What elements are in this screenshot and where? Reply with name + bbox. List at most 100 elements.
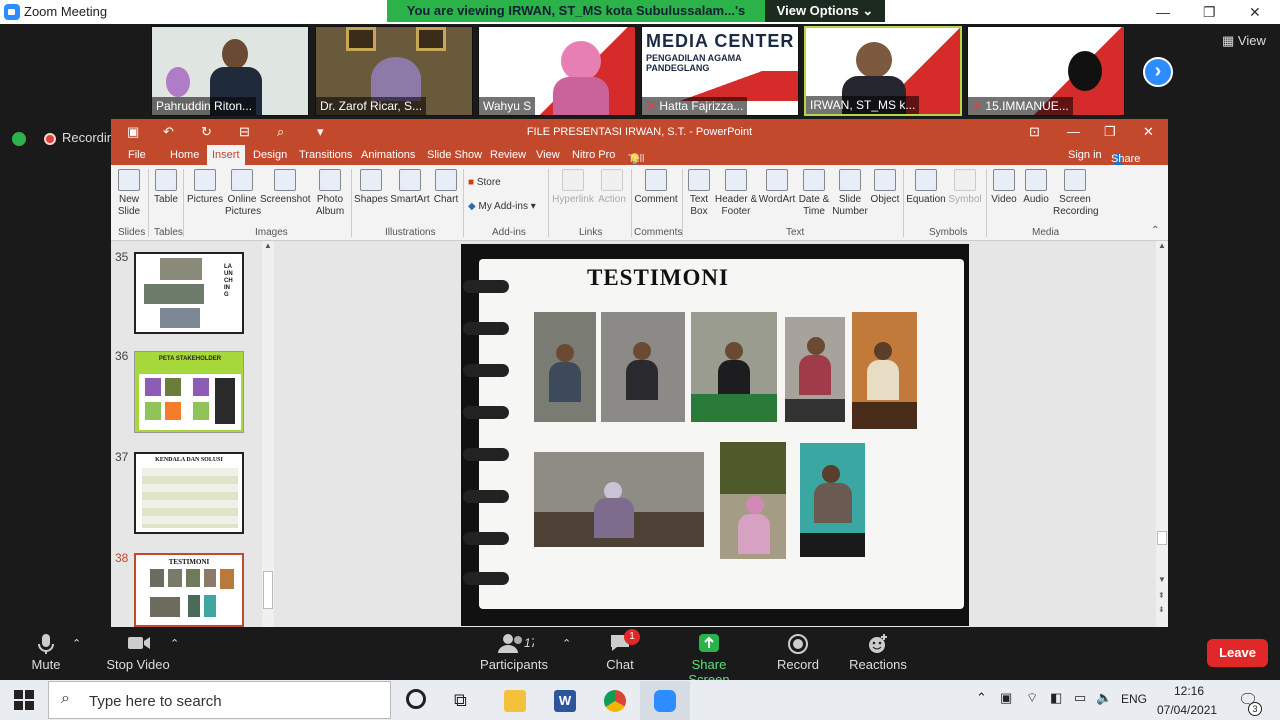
participants-button[interactable]: 17 Participants — [478, 633, 550, 672]
tab-animations[interactable]: Animations — [361, 149, 415, 161]
clock-date[interactable]: 07/04/2021 — [1157, 703, 1217, 717]
canvas-scroll-thumb[interactable] — [1157, 531, 1167, 545]
tab-nitro-pro[interactable]: Nitro Pro — [572, 149, 615, 161]
text-box-button[interactable]: Text Box — [685, 169, 713, 218]
wordart-button[interactable]: WordArt — [757, 169, 797, 206]
new-slide-button[interactable]: New Slide — [116, 169, 142, 218]
scroll-down-icon[interactable]: ▼ — [1158, 575, 1166, 584]
panel-scrollbar[interactable]: ▲ — [262, 241, 274, 627]
recording-dot-icon — [44, 132, 56, 145]
video-button[interactable]: Video — [989, 169, 1019, 206]
video-options-caret-icon[interactable]: ⌃ — [170, 637, 179, 650]
scroll-up-icon[interactable]: ▲ — [264, 241, 272, 250]
smartart-button[interactable]: SmartArt — [389, 169, 431, 206]
file-explorer-icon[interactable] — [504, 690, 526, 712]
restore-icon[interactable]: ❐ — [1203, 4, 1216, 21]
security-shield-icon[interactable] — [12, 131, 26, 146]
task-view-icon[interactable]: ⧉ — [454, 690, 467, 711]
comment-label: Comment — [634, 194, 678, 205]
audio-options-caret-icon[interactable]: ⌃ — [72, 637, 81, 650]
volume-icon[interactable]: 🔈 — [1096, 690, 1112, 706]
word-icon[interactable]: W — [554, 690, 576, 712]
participant-video[interactable]: MEDIA CENTER PENGADILAN AGAMA PANDEGLANG… — [641, 26, 799, 116]
battery-icon[interactable]: ▭ — [1074, 690, 1086, 706]
record-button[interactable]: Record — [776, 633, 820, 672]
clock-time[interactable]: 12:16 — [1174, 684, 1204, 698]
store-button[interactable]: ■ Store — [468, 177, 501, 189]
close-icon[interactable]: ✕ — [1249, 4, 1261, 21]
tab-home[interactable]: Home — [170, 149, 199, 161]
slide-thumbnail-37[interactable]: KENDALA DAN SOLUSI — [134, 452, 244, 534]
participant-video[interactable]: ✕ 15.IMMANUE... — [967, 26, 1125, 116]
next-page-arrow-icon[interactable]: › — [1143, 57, 1173, 87]
restore-icon[interactable]: ❐ — [1104, 124, 1116, 140]
input-language[interactable]: ENG — [1121, 692, 1147, 706]
view-options-button[interactable]: View Options ⌄ — [765, 0, 885, 22]
slide-thumbnail-38-selected[interactable]: TESTIMONI — [134, 553, 244, 627]
windows-start-icon[interactable] — [14, 690, 34, 710]
share-screen-button[interactable]: Share Screen — [670, 633, 748, 687]
previous-slide-icon[interactable]: ⇞ — [1158, 591, 1165, 600]
participant-video-active[interactable]: IRWAN, ST_MS k... — [804, 26, 962, 116]
stop-video-button[interactable]: Stop Video — [106, 633, 170, 672]
panel-scroll-thumb[interactable] — [263, 571, 273, 609]
equation-button[interactable]: Equation — [906, 169, 946, 206]
next-slide-icon[interactable]: ⇟ — [1158, 605, 1165, 614]
pictures-button[interactable]: Pictures — [187, 169, 223, 206]
current-slide[interactable]: TESTIMONI — [461, 244, 969, 626]
tab-insert[interactable]: Insert — [207, 145, 245, 165]
date-time-button[interactable]: Date & Time — [797, 169, 831, 218]
participant-video[interactable]: Dr. Zarof Ricar, S... — [315, 26, 473, 116]
my-addins-button[interactable]: ◆ My Add-ins ▾ — [468, 201, 536, 213]
screenshot-button[interactable]: Screenshot — [260, 169, 311, 206]
group-addins-label: Add-ins — [492, 227, 526, 238]
reactions-button[interactable]: Reactions — [848, 633, 908, 672]
scroll-up-icon[interactable]: ▲ — [1158, 241, 1166, 250]
canvas-scrollbar[interactable]: ▲ ▼ ⇞ ⇟ — [1156, 241, 1168, 627]
tab-slide-show[interactable]: Slide Show — [427, 149, 482, 161]
chat-button[interactable]: Chat 1 — [604, 629, 640, 672]
participants-caret-icon[interactable]: ⌃ — [562, 637, 571, 650]
header-footer-button[interactable]: Header & Footer — [714, 169, 758, 218]
table-button[interactable]: Table — [152, 169, 180, 206]
sign-in-link[interactable]: Sign in — [1068, 149, 1102, 161]
tab-review[interactable]: Review — [490, 149, 526, 161]
shapes-button[interactable]: Shapes — [354, 169, 388, 206]
network-icon[interactable]: ◧ — [1050, 690, 1062, 706]
slide-thumbnail-35[interactable]: LAUNCHING — [134, 252, 244, 334]
wifi-icon[interactable]: ⌔ — [1026, 690, 1038, 706]
chart-button[interactable]: Chart — [432, 169, 460, 206]
slide-number-button[interactable]: Slide Number — [831, 169, 869, 218]
audio-button[interactable]: Audio — [1021, 169, 1051, 206]
symbol-button[interactable]: Symbol — [947, 169, 983, 206]
ribbon-display-options-icon[interactable]: ⊡ — [1029, 124, 1040, 140]
participant-name-text: 15.IMMANUE... — [985, 99, 1069, 113]
online-pictures-button[interactable]: Online Pictures — [225, 169, 261, 218]
participant-video[interactable]: Pahruddin Riton... — [151, 26, 309, 116]
comment-button[interactable]: Comment — [633, 169, 679, 206]
minimize-icon[interactable]: — — [1067, 124, 1080, 139]
cortana-icon[interactable] — [406, 689, 426, 709]
tray-app-icon[interactable]: ▣ — [1000, 690, 1012, 706]
close-icon[interactable]: ✕ — [1143, 124, 1154, 140]
slide-thumbnail-36[interactable]: PETA STAKEHOLDER — [134, 351, 244, 433]
taskbar-search-box[interactable]: ⌕ Type here to search — [48, 681, 391, 719]
show-hidden-icons-icon[interactable]: ⌃ — [976, 690, 987, 706]
action-button[interactable]: Action — [596, 169, 628, 206]
tab-transitions[interactable]: Transitions — [299, 149, 352, 161]
minimize-icon[interactable]: — — [1156, 4, 1170, 20]
mute-button[interactable]: Mute — [28, 633, 64, 672]
photo-album-button[interactable]: Photo Album — [312, 169, 348, 218]
object-button[interactable]: Object — [869, 169, 901, 206]
zoom-app-icon[interactable] — [654, 690, 676, 712]
chrome-icon[interactable] — [604, 690, 626, 712]
tab-file[interactable]: File — [128, 149, 146, 161]
collapse-ribbon-icon[interactable]: ⌃ — [1151, 225, 1159, 236]
screen-recording-button[interactable]: Screen Recording — [1053, 169, 1099, 218]
gallery-view-button[interactable]: ▦ View — [1222, 33, 1266, 49]
tab-view[interactable]: View — [536, 149, 560, 161]
hyperlink-button[interactable]: Hyperlink — [551, 169, 595, 206]
participant-video[interactable]: Wahyu S — [478, 26, 636, 116]
tab-design[interactable]: Design — [253, 149, 287, 161]
leave-meeting-button[interactable]: Leave — [1207, 639, 1268, 667]
